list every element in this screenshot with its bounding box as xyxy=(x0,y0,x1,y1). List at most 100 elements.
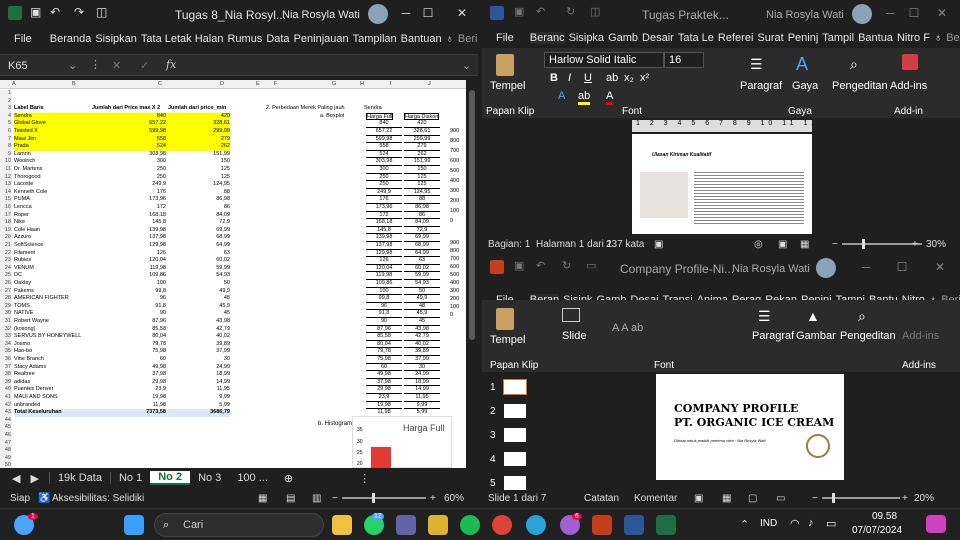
start-icon[interactable] xyxy=(124,515,144,535)
tell-me[interactable]: Beri tahu xyxy=(946,32,960,44)
pivot-row-label[interactable]: Lencca xyxy=(14,204,90,212)
powerpoint-icon[interactable] xyxy=(592,515,612,535)
menu-beranda[interactable]: Beranc xyxy=(529,32,565,44)
pivot-price-max[interactable]: 90 xyxy=(90,310,166,318)
picture-button[interactable]: Gambar xyxy=(796,330,836,342)
harga-diskon-cell[interactable]: 125 xyxy=(404,174,440,182)
row-number[interactable]: 45 xyxy=(0,424,12,432)
italic-icon[interactable]: I xyxy=(568,72,571,84)
name-box[interactable]: K65 xyxy=(8,60,28,72)
harga-full-cell[interactable]: 91,8 xyxy=(366,310,402,318)
row-number[interactable]: 15 xyxy=(0,196,12,204)
menu-tampilan[interactable]: Tampil xyxy=(822,32,854,44)
row-number[interactable]: 33 xyxy=(0,333,12,341)
harga-full-cell[interactable]: 119,98 xyxy=(366,272,402,280)
comments-button[interactable]: Komentar xyxy=(634,493,677,504)
pivot-price-min[interactable]: 9,99 xyxy=(166,394,230,402)
pivot-row-label[interactable]: Azzuro xyxy=(14,234,90,242)
pivot-price-max[interactable]: 19,98 xyxy=(90,394,166,402)
harga-diskon-cell[interactable]: 125 xyxy=(404,181,440,189)
tray-chevron-icon[interactable]: ⌃ xyxy=(740,518,749,531)
harga-diskon-cell[interactable]: 40,02 xyxy=(404,341,440,349)
harga-full-cell[interactable]: 300 xyxy=(366,166,402,174)
harga-full-cell[interactable]: 173,96 xyxy=(366,204,402,212)
minimize-icon[interactable]: ─ xyxy=(882,6,898,20)
pivot-row-label[interactable]: Lamrin xyxy=(14,151,90,159)
pivot-price-min[interactable]: 420 xyxy=(166,112,230,121)
pivot-row-label[interactable]: SoftScience xyxy=(14,242,90,250)
superscript-icon[interactable]: x² xyxy=(640,72,649,84)
pivot-price-min[interactable]: 3686,79 xyxy=(166,409,230,417)
pivot-price-max[interactable]: 119,98 xyxy=(90,265,166,273)
pivot-price-max[interactable]: 173,96 xyxy=(90,196,166,204)
pivot-price-max[interactable]: 657,22 xyxy=(90,120,166,128)
pivot-row-label[interactable]: adidas xyxy=(14,379,90,387)
row-number[interactable]: 40 xyxy=(0,386,12,394)
new-slide-icon[interactable] xyxy=(562,308,580,322)
menu-bantuan[interactable]: Bantua xyxy=(858,32,893,44)
strikethrough-icon[interactable]: ab xyxy=(606,72,618,84)
harga-full-cell[interactable]: 558 xyxy=(366,143,402,151)
harga-full-cell[interactable]: 100 xyxy=(366,288,402,296)
tell-me[interactable]: Beri tahu xyxy=(458,33,478,45)
harga-diskon-cell[interactable]: 151,99 xyxy=(404,158,440,166)
pivot-row-label[interactable]: Twisted X xyxy=(14,128,90,136)
column-header[interactable]: B xyxy=(72,81,76,89)
column-header[interactable]: C xyxy=(158,81,162,89)
cancel-icon[interactable]: ✕ xyxy=(112,59,121,72)
row-number[interactable]: 36 xyxy=(0,356,12,364)
row-number[interactable]: 7 xyxy=(0,135,12,144)
teams-icon[interactable] xyxy=(396,515,416,535)
harga-diskon-cell[interactable]: 37,99 xyxy=(404,356,440,364)
harga-full-cell[interactable]: 172 xyxy=(366,212,402,220)
paragraph-icon[interactable]: ☰ xyxy=(750,56,763,73)
addins-icon[interactable] xyxy=(902,54,918,70)
telegram-icon[interactable] xyxy=(526,515,546,535)
pivot-price-min[interactable]: 40,02 xyxy=(166,333,230,341)
pivot-price-max[interactable]: 49,98 xyxy=(90,364,166,372)
enter-icon[interactable]: ✓ xyxy=(140,59,149,72)
pivot-row-label[interactable]: Nike xyxy=(14,219,90,227)
menu-file[interactable]: File xyxy=(14,33,32,45)
chrome-icon[interactable] xyxy=(492,515,512,535)
pivot-price-max[interactable]: 558 xyxy=(90,135,166,144)
close-icon[interactable]: ✕ xyxy=(934,6,950,20)
read-mode-icon[interactable]: ▣ xyxy=(778,239,787,250)
save-icon[interactable]: ▣ xyxy=(514,5,524,18)
harga-diskon-cell[interactable]: 69,99 xyxy=(404,234,440,242)
pivot-row-label[interactable]: NATIVE xyxy=(14,310,90,318)
harga-diskon-cell[interactable]: 299,99 xyxy=(404,136,440,144)
pivot-row-label[interactable]: Global Glove xyxy=(14,120,90,128)
harga-diskon-cell[interactable]: 30 xyxy=(404,364,440,372)
editing-icon[interactable]: ⌕ xyxy=(850,56,858,73)
pivot-price-max[interactable]: 249,9 xyxy=(90,181,166,189)
styles-button[interactable]: Gaya xyxy=(792,80,818,92)
harga-diskon-cell[interactable]: 49,9 xyxy=(404,295,440,303)
sheet-tab-active[interactable]: No 2 xyxy=(150,471,191,485)
pivot-row-label[interactable]: Filament xyxy=(14,250,90,258)
row-number[interactable]: 10 xyxy=(0,158,12,166)
row-number[interactable]: 23 xyxy=(0,257,12,265)
harga-diskon-cell[interactable]: 9,99 xyxy=(404,402,440,410)
row-number[interactable]: 2 xyxy=(0,97,12,106)
paragraph-button[interactable]: Paragraf xyxy=(740,80,782,92)
pivot-row-label[interactable]: Thorogood xyxy=(14,174,90,182)
pivot-price-max[interactable]: 23,9 xyxy=(90,386,166,394)
harga-full-cell[interactable]: 840 xyxy=(366,120,402,128)
menu-tampilan[interactable]: Tampilan xyxy=(353,33,397,45)
language-indicator[interactable]: IND xyxy=(760,518,777,529)
sheet-tab[interactable]: 100 ... xyxy=(229,472,276,484)
menu-desain[interactable]: Desair xyxy=(642,32,674,44)
row-number[interactable]: 21 xyxy=(0,242,12,250)
lightbulb-icon[interactable]: ♁ xyxy=(446,33,454,45)
pivot-price-min[interactable]: 125 xyxy=(166,166,230,174)
harga-full-cell[interactable]: 139,98 xyxy=(366,234,402,242)
harga-diskon-cell[interactable]: 150 xyxy=(404,166,440,174)
namebox-dropdown-icon[interactable]: ⌄ xyxy=(68,59,77,72)
row-number[interactable]: 47 xyxy=(0,439,12,448)
accessibility-status[interactable]: Aksesibilitas: Selidiki xyxy=(52,493,144,504)
pivot-price-min[interactable]: 45 xyxy=(166,310,230,318)
pivot-price-min[interactable]: 328,61 xyxy=(166,120,230,128)
row-number[interactable]: 11 xyxy=(0,166,12,174)
styles-icon[interactable]: A xyxy=(796,54,808,75)
